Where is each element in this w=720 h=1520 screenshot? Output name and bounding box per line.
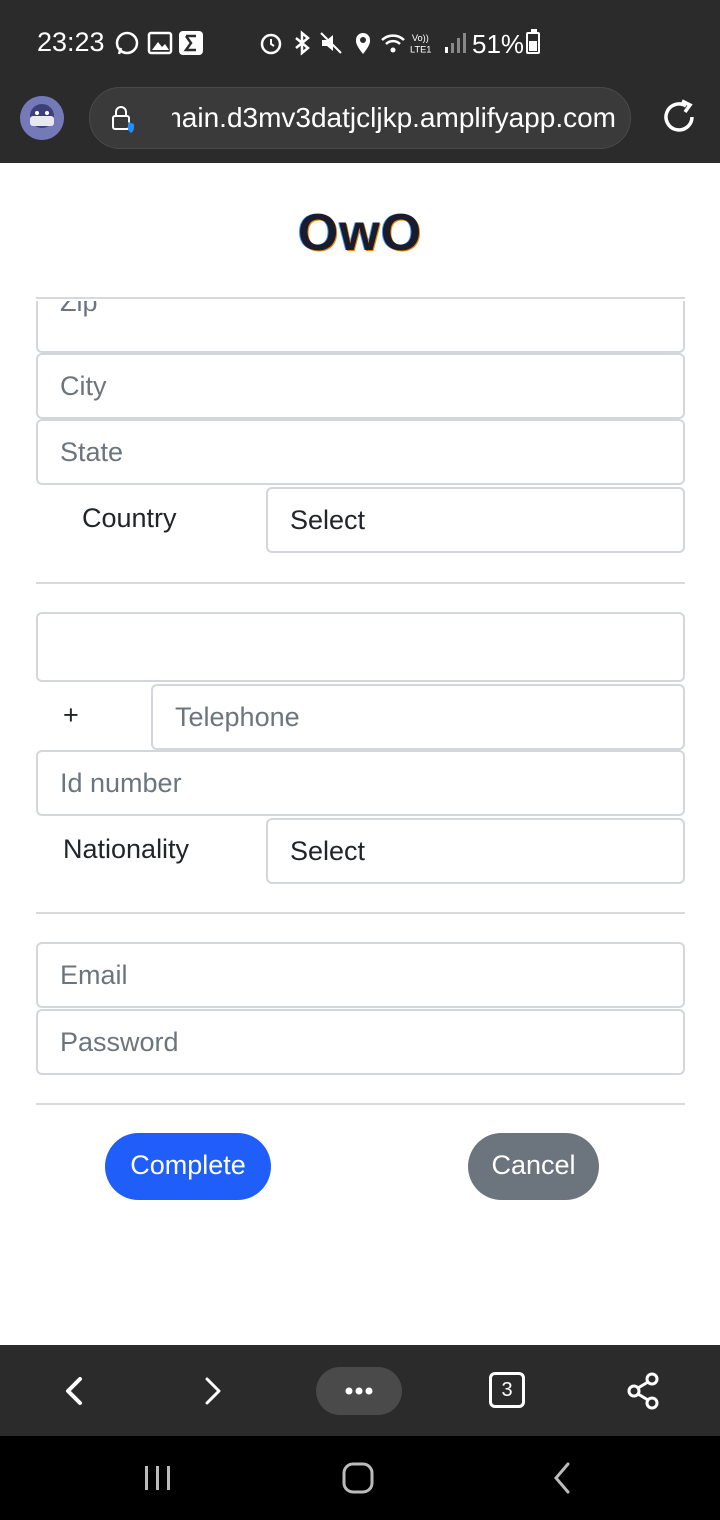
status-time: 23:23 (37, 27, 105, 57)
profile-avatar[interactable] (20, 96, 64, 140)
divider (36, 1103, 685, 1105)
email-placeholder: Email (60, 960, 128, 990)
telephone-placeholder: Telephone (175, 702, 300, 732)
volte-icon: Vo)) LTE1 (410, 33, 431, 54)
brand-logo: OwO (297, 204, 423, 262)
country-select-value: Select (290, 505, 366, 535)
browser-toolbar: main.d3mv3datjcljkp.amplifyapp.com (0, 72, 720, 163)
back-icon[interactable] (53, 1369, 97, 1413)
cancel-button[interactable]: Cancel (468, 1133, 599, 1200)
alarm-icon (260, 33, 282, 55)
divider (36, 912, 685, 914)
location-icon (356, 33, 370, 54)
nationality-select[interactable]: Select (266, 818, 685, 884)
state-field[interactable]: State (36, 419, 685, 485)
share-icon[interactable] (622, 1369, 666, 1413)
svg-text:Vo)): Vo)) (412, 33, 429, 43)
signal-icon (445, 33, 466, 53)
battery-icon (526, 29, 540, 54)
password-field[interactable]: Password (36, 1009, 685, 1075)
tabs-button[interactable]: 3 (489, 1372, 525, 1408)
country-select[interactable]: Select (266, 487, 685, 553)
name-field[interactable] (36, 612, 685, 682)
id-number-field[interactable]: Id number (36, 750, 685, 816)
gallery-icon (147, 31, 173, 55)
address-bar[interactable]: main.d3mv3datjcljkp.amplifyapp.com (89, 87, 631, 149)
home-icon[interactable] (338, 1458, 378, 1498)
svg-text:LTE1: LTE1 (410, 44, 431, 54)
whatsapp-icon (115, 31, 139, 55)
browser-bottom-nav: 3 (0, 1345, 720, 1436)
more-menu-button[interactable] (316, 1367, 402, 1415)
email-field[interactable]: Email (36, 942, 685, 1008)
reload-icon[interactable] (658, 96, 700, 138)
password-placeholder: Password (60, 1027, 179, 1057)
sigma-app-icon (179, 31, 203, 55)
more-icon (345, 1387, 373, 1395)
mute-icon (320, 32, 342, 54)
divider (36, 297, 685, 299)
battery-percent: 51% (472, 29, 525, 59)
city-placeholder: City (60, 371, 107, 401)
state-placeholder: State (60, 437, 124, 467)
zip-field[interactable]: Zip (36, 301, 685, 353)
city-field[interactable]: City (36, 353, 685, 419)
lock-icon (112, 106, 134, 133)
country-label: Country (82, 503, 177, 533)
system-navigation-bar (0, 1436, 720, 1520)
telephone-field[interactable]: Telephone (151, 684, 685, 750)
wifi-icon (381, 34, 405, 53)
url-text: main.d3mv3datjcljkp.amplifyapp.com (172, 102, 616, 133)
recent-apps-icon[interactable] (140, 1458, 176, 1498)
zip-placeholder: Zip (60, 301, 98, 317)
divider (36, 582, 685, 584)
forward-icon[interactable] (190, 1369, 234, 1413)
complete-button[interactable]: Complete (105, 1133, 271, 1200)
page-content: OwO Zip City State Country Select + Tele… (0, 163, 720, 1345)
phone-prefix: + (63, 700, 79, 730)
id-number-placeholder: Id number (60, 768, 182, 798)
nationality-select-value: Select (290, 836, 366, 866)
bluetooth-icon (295, 30, 310, 56)
system-back-icon[interactable] (544, 1458, 580, 1498)
status-bar: 23:23 Vo)) LTE1 51% (0, 0, 720, 72)
nationality-label: Nationality (63, 834, 190, 864)
